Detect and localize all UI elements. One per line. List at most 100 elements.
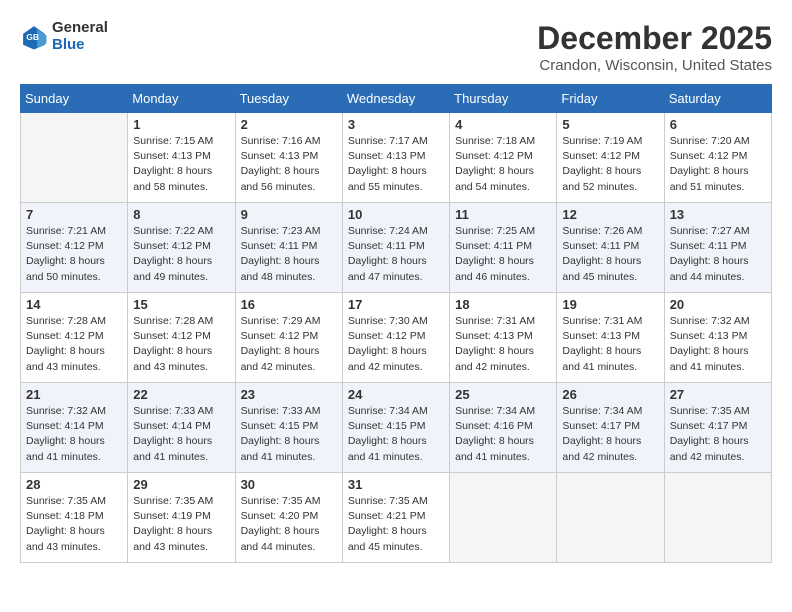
calendar-day-cell: 5 Sunrise: 7:19 AMSunset: 4:12 PMDaylight… bbox=[557, 113, 664, 203]
calendar-day-cell: 13 Sunrise: 7:27 AMSunset: 4:11 PMDayligh… bbox=[664, 203, 771, 293]
calendar-week-row: 21 Sunrise: 7:32 AMSunset: 4:14 PMDayligh… bbox=[21, 383, 772, 473]
day-number: 1 bbox=[133, 117, 229, 132]
logo-text: General Blue bbox=[52, 20, 108, 53]
day-of-week-header: Saturday bbox=[664, 85, 771, 113]
day-info: Sunrise: 7:27 AMSunset: 4:11 PMDaylight:… bbox=[670, 224, 766, 285]
day-info: Sunrise: 7:16 AMSunset: 4:13 PMDaylight:… bbox=[241, 134, 337, 195]
day-number: 28 bbox=[26, 477, 122, 492]
day-info: Sunrise: 7:20 AMSunset: 4:12 PMDaylight:… bbox=[670, 134, 766, 195]
day-number: 23 bbox=[241, 387, 337, 402]
calendar-day-cell: 12 Sunrise: 7:26 AMSunset: 4:11 PMDayligh… bbox=[557, 203, 664, 293]
day-info: Sunrise: 7:25 AMSunset: 4:11 PMDaylight:… bbox=[455, 224, 551, 285]
day-info: Sunrise: 7:32 AMSunset: 4:13 PMDaylight:… bbox=[670, 314, 766, 375]
day-info: Sunrise: 7:32 AMSunset: 4:14 PMDaylight:… bbox=[26, 404, 122, 465]
day-number: 31 bbox=[348, 477, 444, 492]
calendar-day-cell: 26 Sunrise: 7:34 AMSunset: 4:17 PMDayligh… bbox=[557, 383, 664, 473]
day-info: Sunrise: 7:22 AMSunset: 4:12 PMDaylight:… bbox=[133, 224, 229, 285]
day-number: 2 bbox=[241, 117, 337, 132]
calendar-day-cell: 1 Sunrise: 7:15 AMSunset: 4:13 PMDaylight… bbox=[128, 113, 235, 203]
day-number: 9 bbox=[241, 207, 337, 222]
calendar-day-cell: 19Sunrise: 7:31 AMSunset: 4:13 PMDayligh… bbox=[557, 293, 664, 383]
day-info: Sunrise: 7:19 AMSunset: 4:12 PMDaylight:… bbox=[562, 134, 658, 195]
calendar-day-cell: 17Sunrise: 7:30 AMSunset: 4:12 PMDayligh… bbox=[342, 293, 449, 383]
day-info: Sunrise: 7:24 AMSunset: 4:11 PMDaylight:… bbox=[348, 224, 444, 285]
calendar-day-cell bbox=[664, 473, 771, 563]
day-number: 24 bbox=[348, 387, 444, 402]
title-block: December 2025 Crandon, Wisconsin, United… bbox=[537, 20, 772, 74]
day-info: Sunrise: 7:34 AMSunset: 4:17 PMDaylight:… bbox=[562, 404, 658, 465]
day-number: 26 bbox=[562, 387, 658, 402]
calendar-header-row: SundayMondayTuesdayWednesdayThursdayFrid… bbox=[21, 85, 772, 113]
day-of-week-header: Wednesday bbox=[342, 85, 449, 113]
day-number: 8 bbox=[133, 207, 229, 222]
calendar-day-cell: 10 Sunrise: 7:24 AMSunset: 4:11 PMDayligh… bbox=[342, 203, 449, 293]
page-header: GB General Blue December 2025 Crandon, W… bbox=[20, 20, 772, 74]
calendar-day-cell: 9 Sunrise: 7:23 AMSunset: 4:11 PMDaylight… bbox=[235, 203, 342, 293]
day-number: 21 bbox=[26, 387, 122, 402]
day-info: Sunrise: 7:23 AMSunset: 4:11 PMDaylight:… bbox=[241, 224, 337, 285]
calendar-day-cell: 31Sunrise: 7:35 AMSunset: 4:21 PMDayligh… bbox=[342, 473, 449, 563]
day-of-week-header: Monday bbox=[128, 85, 235, 113]
day-info: Sunrise: 7:33 AMSunset: 4:14 PMDaylight:… bbox=[133, 404, 229, 465]
calendar-day-cell: 11 Sunrise: 7:25 AMSunset: 4:11 PMDayligh… bbox=[450, 203, 557, 293]
calendar-week-row: 14Sunrise: 7:28 AMSunset: 4:12 PMDayligh… bbox=[21, 293, 772, 383]
day-info: Sunrise: 7:35 AMSunset: 4:20 PMDaylight:… bbox=[241, 494, 337, 555]
calendar-day-cell: 8 Sunrise: 7:22 AMSunset: 4:12 PMDaylight… bbox=[128, 203, 235, 293]
day-number: 3 bbox=[348, 117, 444, 132]
calendar-day-cell: 30 Sunrise: 7:35 AMSunset: 4:20 PMDayligh… bbox=[235, 473, 342, 563]
day-number: 17 bbox=[348, 297, 444, 312]
day-of-week-header: Thursday bbox=[450, 85, 557, 113]
calendar-day-cell: 28Sunrise: 7:35 AMSunset: 4:18 PMDayligh… bbox=[21, 473, 128, 563]
day-info: Sunrise: 7:31 AMSunset: 4:13 PMDaylight:… bbox=[455, 314, 551, 375]
day-number: 30 bbox=[241, 477, 337, 492]
calendar-day-cell bbox=[21, 113, 128, 203]
day-info: Sunrise: 7:17 AMSunset: 4:13 PMDaylight:… bbox=[348, 134, 444, 195]
day-number: 16 bbox=[241, 297, 337, 312]
day-number: 5 bbox=[562, 117, 658, 132]
calendar-day-cell: 15 Sunrise: 7:28 AMSunset: 4:12 PMDayligh… bbox=[128, 293, 235, 383]
day-info: Sunrise: 7:31 AMSunset: 4:13 PMDaylight:… bbox=[562, 314, 658, 375]
calendar-week-row: 1 Sunrise: 7:15 AMSunset: 4:13 PMDaylight… bbox=[21, 113, 772, 203]
calendar-day-cell: 27 Sunrise: 7:35 AMSunset: 4:17 PMDayligh… bbox=[664, 383, 771, 473]
logo: GB General Blue bbox=[20, 20, 108, 53]
calendar-day-cell: 25Sunrise: 7:34 AMSunset: 4:16 PMDayligh… bbox=[450, 383, 557, 473]
calendar-day-cell: 3 Sunrise: 7:17 AMSunset: 4:13 PMDaylight… bbox=[342, 113, 449, 203]
calendar-day-cell: 4Sunrise: 7:18 AMSunset: 4:12 PMDaylight… bbox=[450, 113, 557, 203]
day-info: Sunrise: 7:29 AMSunset: 4:12 PMDaylight:… bbox=[241, 314, 337, 375]
logo-blue: Blue bbox=[52, 36, 85, 53]
day-number: 18 bbox=[455, 297, 551, 312]
logo-general: General bbox=[52, 19, 108, 36]
calendar-day-cell bbox=[450, 473, 557, 563]
calendar-day-cell: 24 Sunrise: 7:34 AMSunset: 4:15 PMDayligh… bbox=[342, 383, 449, 473]
day-info: Sunrise: 7:35 AMSunset: 4:17 PMDaylight:… bbox=[670, 404, 766, 465]
day-number: 11 bbox=[455, 207, 551, 222]
calendar-day-cell bbox=[557, 473, 664, 563]
logo-icon: GB bbox=[20, 23, 48, 51]
day-number: 29 bbox=[133, 477, 229, 492]
location: Crandon, Wisconsin, United States bbox=[537, 57, 772, 74]
calendar-day-cell: 21 Sunrise: 7:32 AMSunset: 4:14 PMDayligh… bbox=[21, 383, 128, 473]
day-info: Sunrise: 7:28 AMSunset: 4:12 PMDaylight:… bbox=[133, 314, 229, 375]
day-of-week-header: Friday bbox=[557, 85, 664, 113]
day-info: Sunrise: 7:21 AMSunset: 4:12 PMDaylight:… bbox=[26, 224, 122, 285]
day-info: Sunrise: 7:26 AMSunset: 4:11 PMDaylight:… bbox=[562, 224, 658, 285]
calendar-day-cell: 14Sunrise: 7:28 AMSunset: 4:12 PMDayligh… bbox=[21, 293, 128, 383]
day-of-week-header: Tuesday bbox=[235, 85, 342, 113]
day-info: Sunrise: 7:34 AMSunset: 4:15 PMDaylight:… bbox=[348, 404, 444, 465]
calendar-day-cell: 16 Sunrise: 7:29 AMSunset: 4:12 PMDayligh… bbox=[235, 293, 342, 383]
calendar-day-cell: 29 Sunrise: 7:35 AMSunset: 4:19 PMDayligh… bbox=[128, 473, 235, 563]
day-number: 13 bbox=[670, 207, 766, 222]
calendar-day-cell: 22Sunrise: 7:33 AMSunset: 4:14 PMDayligh… bbox=[128, 383, 235, 473]
calendar-day-cell: 2 Sunrise: 7:16 AMSunset: 4:13 PMDaylight… bbox=[235, 113, 342, 203]
calendar-day-cell: 6Sunrise: 7:20 AMSunset: 4:12 PMDaylight… bbox=[664, 113, 771, 203]
day-number: 27 bbox=[670, 387, 766, 402]
day-info: Sunrise: 7:15 AMSunset: 4:13 PMDaylight:… bbox=[133, 134, 229, 195]
day-info: Sunrise: 7:28 AMSunset: 4:12 PMDaylight:… bbox=[26, 314, 122, 375]
day-number: 4 bbox=[455, 117, 551, 132]
month-title: December 2025 bbox=[537, 20, 772, 57]
day-number: 25 bbox=[455, 387, 551, 402]
day-number: 10 bbox=[348, 207, 444, 222]
day-info: Sunrise: 7:35 AMSunset: 4:19 PMDaylight:… bbox=[133, 494, 229, 555]
day-number: 15 bbox=[133, 297, 229, 312]
day-number: 12 bbox=[562, 207, 658, 222]
